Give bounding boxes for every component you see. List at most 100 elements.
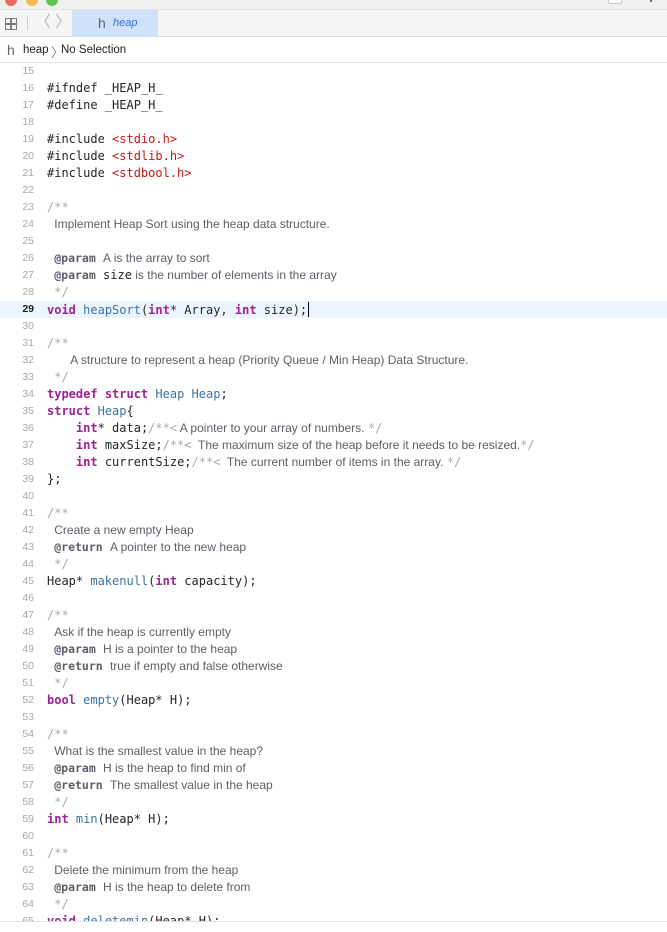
code-line[interactable]: 48 Ask if the heap is currently empty (0, 624, 667, 641)
variable-decl: currentSize; (97, 455, 192, 469)
code-line[interactable]: 23 /** (0, 199, 667, 216)
line-number: 28 (22, 286, 34, 298)
code-line[interactable]: 39}; (0, 471, 667, 488)
line-number: 26 (22, 252, 34, 264)
code-line[interactable]: 47 /** (0, 607, 667, 624)
line-number: 48 (22, 626, 34, 638)
code-line[interactable]: 29 void heapSort(int* Array, int size); (0, 301, 667, 318)
code-line[interactable]: 26 @param A is the array to sort (0, 250, 667, 267)
code-line[interactable]: 30 (0, 318, 667, 335)
code-line[interactable]: 59 int min(Heap* H); (0, 811, 667, 828)
code-line[interactable]: 46 (0, 590, 667, 607)
code-line[interactable]: 56 @param H is the heap to find min of (0, 760, 667, 777)
code-text: /** (47, 727, 69, 741)
code-line[interactable]: 52 bool empty(Heap* H); (0, 692, 667, 709)
toolbar-button[interactable] (608, 0, 622, 4)
code-line[interactable]: 38 int currentSize;/**< The current numb… (0, 454, 667, 471)
code-line[interactable]: 58 */ (0, 794, 667, 811)
code-line[interactable]: 33 */ (0, 369, 667, 386)
line-number: 51 (22, 677, 34, 689)
code-line[interactable]: 20 #include <stdlib.h> (0, 148, 667, 165)
keyword: int (47, 812, 69, 826)
line-number: 43 (22, 541, 34, 553)
code-line[interactable]: 16 #ifndef _HEAP_H_ (0, 80, 667, 97)
code-line[interactable]: 31 /** (0, 335, 667, 352)
code-line[interactable]: 45 Heap* makenull(int capacity); (0, 573, 667, 590)
tab-heap[interactable]: h heap (72, 10, 158, 37)
code-text: #ifndef _HEAP_H_ (47, 81, 163, 95)
code-token: ; (220, 387, 228, 401)
code-line[interactable]: 36 int* data;/**< A pointer to your arra… (0, 420, 667, 437)
minimize-window-button[interactable] (26, 0, 38, 6)
close-window-button[interactable] (5, 0, 17, 6)
doc-comment-text: Create a new empty Heap (54, 523, 194, 537)
line-number: 52 (22, 694, 34, 706)
comment-marker: /** (47, 846, 69, 860)
code-line[interactable]: 49 @param H is a pointer to the heap (0, 641, 667, 658)
doc-comment-text: Ask if the heap is currently empty (54, 625, 231, 639)
related-items-grid-icon[interactable] (5, 18, 17, 30)
code-line[interactable]: 21 #include <stdbool.h> (0, 165, 667, 182)
line-number: 50 (22, 660, 34, 672)
line-number: 17 (22, 99, 34, 111)
doc-comment-text: H is the heap to delete from (103, 880, 251, 894)
code-line[interactable]: 51 */ (0, 675, 667, 692)
code-text: @return The smallest value in the heap (47, 778, 272, 792)
code-line[interactable]: 60 (0, 828, 667, 845)
source-editor[interactable]: 15 16 #ifndef _HEAP_H_ 17 #define _HEAP_H_ 18… (0, 62, 667, 921)
line-number: 53 (22, 711, 34, 723)
zoom-window-button[interactable] (46, 0, 58, 6)
code-token: size); (256, 303, 308, 317)
code-line[interactable]: 54 /** (0, 726, 667, 743)
code-text: */ (47, 897, 68, 911)
code-text: /** (47, 336, 69, 350)
code-line[interactable]: 50 @return true if empty and false other… (0, 658, 667, 675)
code-line[interactable]: 27 @param size is the number of elements… (0, 267, 667, 284)
code-line[interactable]: 24 Implement Heap Sort using the heap da… (0, 216, 667, 233)
code-line[interactable]: 64 */ (0, 896, 667, 913)
code-line[interactable]: 34 typedef struct Heap Heap; (0, 386, 667, 403)
doc-tag: @param (54, 880, 96, 894)
code-line[interactable]: 62 Delete the minimum from the heap (0, 862, 667, 879)
type-name: Heap (155, 387, 185, 401)
divider (27, 17, 28, 30)
code-text: #define _HEAP_H_ (47, 98, 163, 112)
code-line[interactable]: 19 #include <stdio.h> (0, 131, 667, 148)
code-line[interactable]: 18 (0, 114, 667, 131)
keyword: int (148, 303, 170, 317)
code-line[interactable]: 37 int maxSize;/**< The maximum size of … (0, 437, 667, 454)
code-line[interactable]: 61 /** (0, 845, 667, 862)
code-token: (Heap* H); (148, 914, 221, 921)
code-text: /** (47, 608, 69, 622)
keyword: bool (47, 693, 76, 707)
code-line[interactable]: 40 (0, 488, 667, 505)
code-line[interactable]: 35 struct Heap{ (0, 403, 667, 420)
code-line[interactable]: 53 (0, 709, 667, 726)
code-line[interactable]: 15 (0, 63, 667, 80)
code-line[interactable]: 42 Create a new empty Heap (0, 522, 667, 539)
comment-marker: */ (47, 370, 69, 384)
code-token: #include (47, 132, 113, 146)
code-line[interactable]: 57 @return The smallest value in the hea… (0, 777, 667, 794)
toolbar-button[interactable] (650, 0, 652, 2)
code-line[interactable]: 43 @return A pointer to the new heap (0, 539, 667, 556)
code-line[interactable]: 65 void deletemin(Heap* H); (0, 913, 667, 921)
doc-comment-text: H is a pointer to the heap (103, 642, 238, 656)
code-text: #include <stdlib.h> (47, 149, 184, 163)
jump-bar-selection[interactable]: No Selection (61, 44, 126, 56)
code-line[interactable]: 22 (0, 182, 667, 199)
line-number: 24 (22, 218, 34, 230)
code-line[interactable]: 28 */ (0, 284, 667, 301)
code-line[interactable]: 25 (0, 233, 667, 250)
code-line[interactable]: 41 /** (0, 505, 667, 522)
line-number: 59 (22, 813, 34, 825)
chevron-left-icon[interactable]: 〈 (35, 14, 51, 32)
code-line[interactable]: 32 A structure to represent a heap (Prio… (0, 352, 667, 369)
code-text: Delete the minimum from the heap (47, 863, 238, 877)
jump-bar-file[interactable]: heap (23, 44, 49, 56)
code-line[interactable]: 44 */ (0, 556, 667, 573)
code-line[interactable]: 63 @param H is the heap to delete from (0, 879, 667, 896)
chevron-right-icon[interactable]: 〉 (55, 14, 71, 32)
code-line[interactable]: 17 #define _HEAP_H_ (0, 97, 667, 114)
code-line[interactable]: 55 What is the smallest value in the hea… (0, 743, 667, 760)
